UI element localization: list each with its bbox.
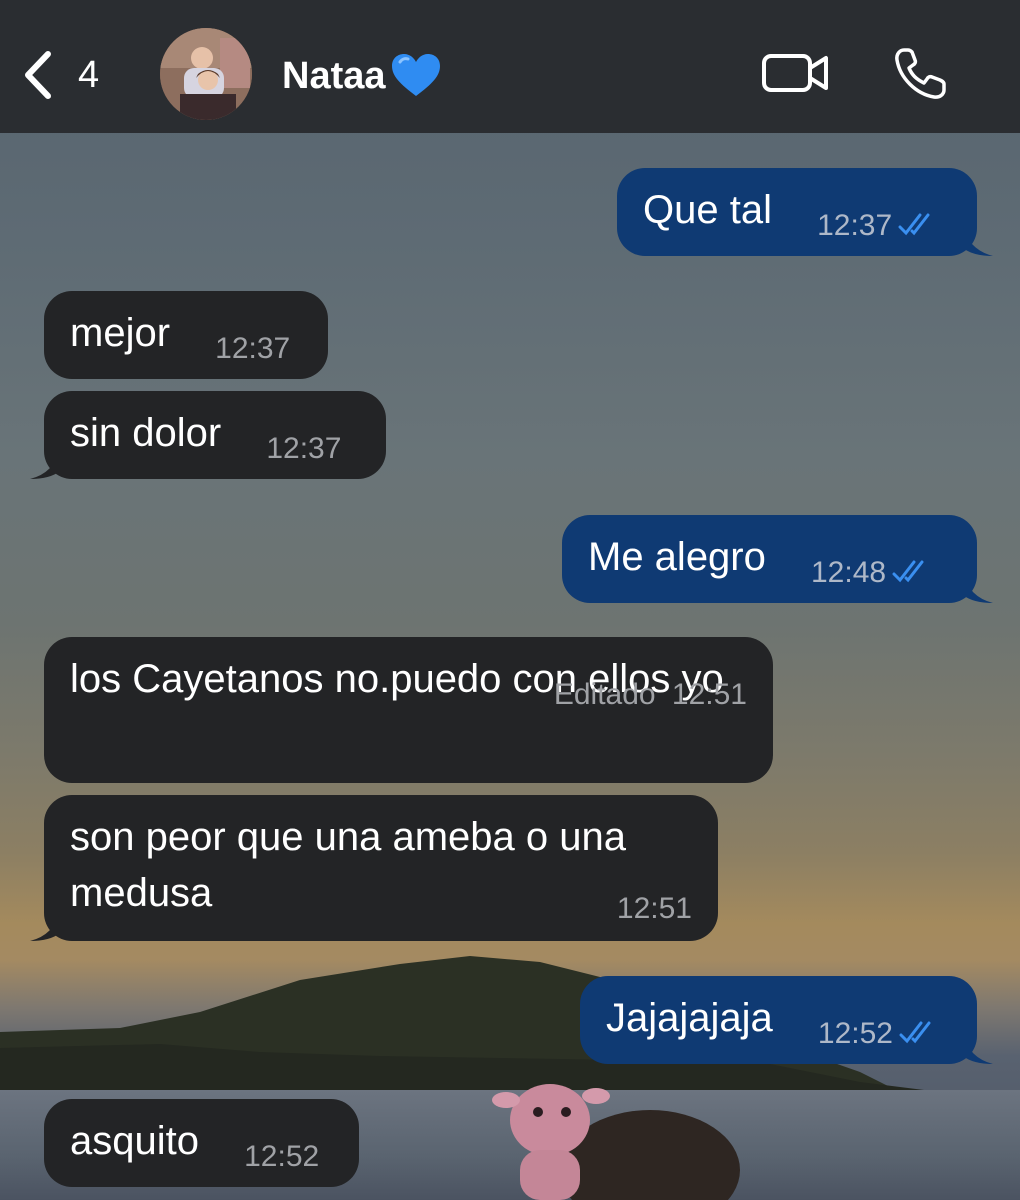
message-time: 12:37 (215, 332, 291, 365)
bubble-tail (963, 573, 993, 603)
bubble-tail (30, 449, 60, 479)
message-meta: 12:48 (811, 545, 932, 601)
double-check-icon (892, 560, 924, 583)
message-bubble-outgoing[interactable]: Jajajajaja 12:52 (580, 976, 993, 1064)
message-time: 12:37 (266, 432, 342, 465)
message-bubble-incoming[interactable]: los Cayetanos no.puedo con ellos yo Edit… (44, 637, 773, 783)
message-bubble-outgoing[interactable]: Me alegro 12:48 (562, 515, 993, 603)
bubble-tail (30, 911, 60, 941)
contact-name[interactable]: Nataa (282, 52, 442, 100)
back-button[interactable]: 4 (18, 48, 99, 102)
bubble-tail (963, 1034, 993, 1064)
message-time: 12:52 (244, 1140, 320, 1173)
video-call-button[interactable] (760, 50, 832, 101)
message-text: mejor (70, 311, 171, 355)
chat-header: 4 Nataa (0, 0, 1020, 133)
blue-heart-icon (391, 54, 440, 96)
wallpaper-person (492, 1084, 740, 1200)
message-meta: 12:52 (818, 1006, 939, 1062)
double-check-icon (898, 213, 930, 236)
unread-count: 4 (78, 53, 100, 96)
avatar-photo (160, 28, 252, 120)
message-text: Jajajajaja (606, 996, 773, 1040)
message-text: asquito (70, 1119, 199, 1163)
video-camera-icon (762, 54, 828, 92)
message-time: 12:48 (811, 556, 887, 589)
chevron-left-icon (25, 51, 51, 99)
contact-name-text: Nataa (282, 54, 386, 97)
edited-label: Editado (553, 678, 656, 711)
voice-call-button[interactable] (892, 46, 948, 107)
message-bubble-incoming[interactable]: mejor 12:37 (44, 291, 328, 379)
message-meta: 12:37 (817, 198, 938, 254)
phone-icon (895, 48, 946, 99)
message-text: sin dolor (70, 411, 222, 455)
double-check-icon (899, 1021, 931, 1044)
message-bubble-incoming[interactable]: son peor que una ameba o una medusa 12:5… (30, 795, 718, 941)
message-text: Que tal (643, 188, 772, 232)
message-time: 12:51 (671, 678, 747, 711)
message-text: Me alegro (588, 535, 766, 579)
bubble-tail (963, 226, 993, 256)
message-bubble-incoming[interactable]: sin dolor 12:37 (30, 391, 386, 479)
contact-avatar[interactable] (160, 28, 252, 120)
message-time: 12:37 (817, 209, 893, 242)
message-bubble-incoming[interactable]: asquito 12:52 (44, 1099, 359, 1187)
message-bubble-outgoing[interactable]: Que tal 12:37 (617, 168, 993, 256)
message-time: 12:52 (817, 1017, 893, 1050)
